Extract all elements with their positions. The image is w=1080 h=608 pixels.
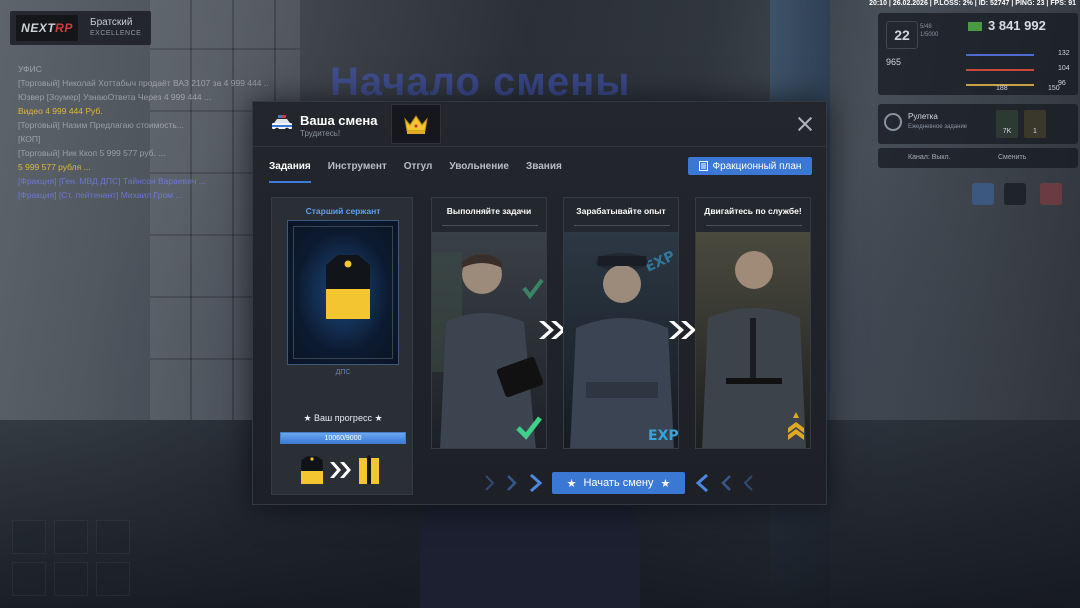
step-card-promotion: Двигайтесь по службе!	[695, 197, 811, 449]
faction-plan-label: Фракционный план	[712, 160, 802, 172]
start-shift-label: Начать смену	[583, 477, 654, 489]
inventory-slot[interactable]	[12, 520, 46, 554]
faction-plan-button[interactable]: Фракционный план	[688, 157, 812, 175]
background-sign: Начало смены	[330, 60, 631, 104]
health-value: 132	[1058, 50, 1070, 57]
inventory-slot[interactable]	[54, 520, 88, 554]
stamina-value: 150	[1048, 85, 1060, 92]
roulette-title: Рулетка	[908, 112, 938, 121]
shift-modal: Ваша смена Трудитесь! Задания Инструмент…	[252, 101, 828, 505]
money-counter: 3 841 992	[968, 18, 1046, 33]
chat-line: 5 999 577 рубля ...	[18, 162, 91, 172]
progress-label: ★ Ваш прогресс ★	[303, 413, 383, 423]
nav-chevron-icon	[721, 475, 731, 491]
step-title: Двигайтесь по службе!	[704, 206, 802, 216]
voice-channel: Канал: Выкл. Сменить	[878, 148, 1078, 168]
status-line: 20:10 | 26.02.2026 | P.LOSS: 2% | ID: 52…	[869, 0, 1076, 7]
step-title: Выполняйте задачи	[446, 206, 532, 216]
chat-line: [Фракция] [Ген. МВД ДПС] Тайнсон Вараеви…	[18, 176, 206, 186]
tab-tool[interactable]: Инструмент	[328, 161, 387, 183]
next-epaulet-icon	[359, 455, 379, 484]
channel-label: Канал: Выкл.	[908, 154, 951, 161]
progress-text: 10060/9000	[324, 435, 362, 442]
tab-ranks[interactable]: Звания	[526, 161, 562, 183]
epaulet-icon	[326, 255, 370, 319]
cash-reward: 7K	[996, 110, 1018, 138]
chevron-right-icon[interactable]	[527, 472, 545, 494]
notification-bell-icon[interactable]	[1040, 183, 1062, 205]
star-icon: ★	[660, 477, 671, 490]
calendar-icon[interactable]	[972, 183, 994, 205]
double-chevron-icon	[330, 462, 351, 478]
step-card-tasks: Выполняйте задачи	[431, 197, 547, 449]
nav-chevron-icon	[485, 475, 495, 491]
tab-tasks[interactable]: Задания	[269, 161, 311, 183]
rank-division: ДПС	[335, 369, 351, 376]
level-progress: 5/48 1/5000	[920, 24, 939, 38]
inventory-slot[interactable]	[54, 562, 88, 596]
exp-icon: EXP	[648, 428, 679, 444]
rank-card: Старший сержант ДПС ★ Ваш прогресс ★ 100…	[271, 197, 413, 495]
chat-line: Юзвер [Зоумер] УзнаюОтвета Через 4 999 4…	[18, 92, 212, 102]
crown-icon	[391, 104, 441, 144]
rank-progress-bar: 10060/9000	[280, 432, 406, 444]
channel-switch[interactable]: Сменить	[998, 154, 1026, 161]
rank-emblem-frame	[287, 220, 399, 365]
chat-line: УФИС	[18, 64, 42, 74]
officer-promotion-illustration	[696, 232, 810, 448]
close-icon[interactable]	[797, 116, 813, 132]
chat-line: [Торговый] Николай Хоттабыч продаёт ВАЗ …	[18, 78, 268, 88]
chat-line: [Торговый] Ник Ккоп 5 999 577 руб. ...	[18, 148, 166, 158]
token-reward: 1	[1024, 110, 1046, 138]
start-shift-button[interactable]: ★ Начать смену ★	[552, 472, 685, 494]
officer-exp-illustration: EXP EXP	[564, 232, 679, 448]
chat-line: [Фракция] [Ст. лейтенант] Михаил Гром ..…	[18, 190, 183, 200]
reputation-value: 965	[886, 57, 902, 67]
modal-title: Ваша смена	[300, 113, 378, 128]
server-logo: NEXT RP Братский EXCELLENCE	[10, 11, 151, 45]
level-badge: 22	[886, 21, 918, 49]
chat-line: Видео 4 999 444 Руб.	[18, 106, 103, 116]
ammo-value: 188	[996, 85, 1008, 92]
tab-resignation[interactable]: Увольнение	[449, 161, 509, 183]
step-title: Зарабатывайте опыт	[576, 206, 666, 216]
modal-header: Ваша смена Трудитесь!	[253, 102, 828, 147]
tab-day-off[interactable]: Отгул	[404, 161, 433, 183]
officer-tablet-illustration	[432, 232, 546, 448]
nav-chevron-icon	[743, 475, 753, 491]
star-icon: ★	[566, 477, 577, 490]
chat-log: УФИС [Торговый] Николай Хоттабыч продаёт…	[18, 62, 268, 202]
rank-title: Старший сержант	[305, 206, 381, 216]
server-name: Братский EXCELLENCE	[90, 17, 142, 37]
chat-line: [КОП]	[18, 134, 41, 144]
menu-icon[interactable]	[1004, 183, 1026, 205]
chevron-left-icon[interactable]	[693, 472, 711, 494]
modal-tabs: Задания Инструмент Отгул Увольнение Зван…	[269, 161, 562, 183]
armor-bar	[966, 69, 1034, 71]
current-epaulet-icon	[300, 455, 324, 485]
roulette-icon	[884, 113, 902, 131]
nav-chevron-icon	[507, 475, 517, 491]
roulette-widget[interactable]: Рулетка Ежедневное задание 7K 1	[878, 104, 1078, 144]
inventory-slot[interactable]	[12, 562, 46, 596]
player-hud: 22 5/48 1/5000 3 841 992 965 132 104 96 1…	[878, 13, 1078, 95]
brand-logo: NEXT RP	[16, 15, 78, 41]
armor-value: 104	[1058, 65, 1070, 72]
step-card-experience: Зарабатывайте опыт EXP EXP	[563, 197, 679, 449]
inventory-slot[interactable]	[96, 520, 130, 554]
health-bar	[966, 54, 1034, 56]
document-icon	[698, 161, 708, 171]
modal-subtitle: Трудитесь!	[300, 129, 341, 138]
inventory-slot[interactable]	[96, 562, 130, 596]
chat-line: [Торговый] Назим Предлагаю стоимость...	[18, 120, 184, 130]
police-car-icon	[272, 115, 292, 133]
roulette-subtitle: Ежедневное задание	[908, 124, 968, 130]
rank-upgrade-preview	[300, 455, 379, 485]
